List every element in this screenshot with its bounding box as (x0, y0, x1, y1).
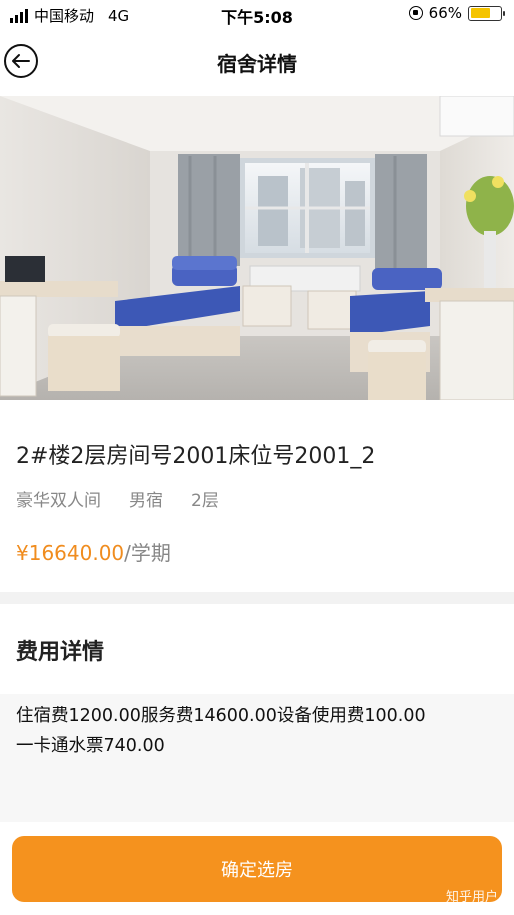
fee-header: 费用详情 (0, 604, 514, 694)
price-unit: /学期 (124, 541, 171, 565)
status-bar: 中国移动 4G 下午5:08 66% (0, 0, 514, 28)
status-right: 66% (408, 4, 505, 22)
price-amount: ¥16640.00 (16, 541, 125, 565)
gender-tag: 男宿 (129, 491, 163, 511)
room-price: ¥16640.00/学期 (16, 537, 171, 566)
fee-section-title: 费用详情 (16, 640, 105, 665)
room-photo (0, 96, 514, 400)
section-divider (0, 592, 514, 604)
room-info-section: 2#楼2层房间号2001床位号2001_2 豪华双人间 男宿 2层 ¥16640… (0, 400, 514, 592)
battery-percent: 66% (428, 4, 462, 22)
page-title: 宿舍详情 (217, 52, 297, 76)
battery-icon (468, 5, 505, 21)
fee-line-1: 住宿费1200.00服务费14600.00设备使用费100.00 (16, 706, 426, 726)
rotation-lock-icon (408, 6, 423, 20)
room-tags: 豪华双人间 男宿 2层 (16, 486, 247, 511)
fee-details: 住宿费1200.00服务费14600.00设备使用费100.00 一卡通水票74… (0, 694, 514, 822)
fee-line-2: 一卡通水票740.00 (16, 736, 165, 756)
bottom-bar: 确定选房 知乎用户 (0, 822, 514, 915)
watermark: 知乎用户 (445, 890, 498, 905)
room-title: 2#楼2层房间号2001床位号2001_2 (16, 444, 376, 469)
floor-tag: 2层 (191, 491, 219, 511)
room-type-tag: 豪华双人间 (16, 491, 101, 511)
nav-bar: 宿舍详情 (0, 28, 514, 96)
confirm-room-button[interactable]: 确定选房 (12, 836, 502, 902)
